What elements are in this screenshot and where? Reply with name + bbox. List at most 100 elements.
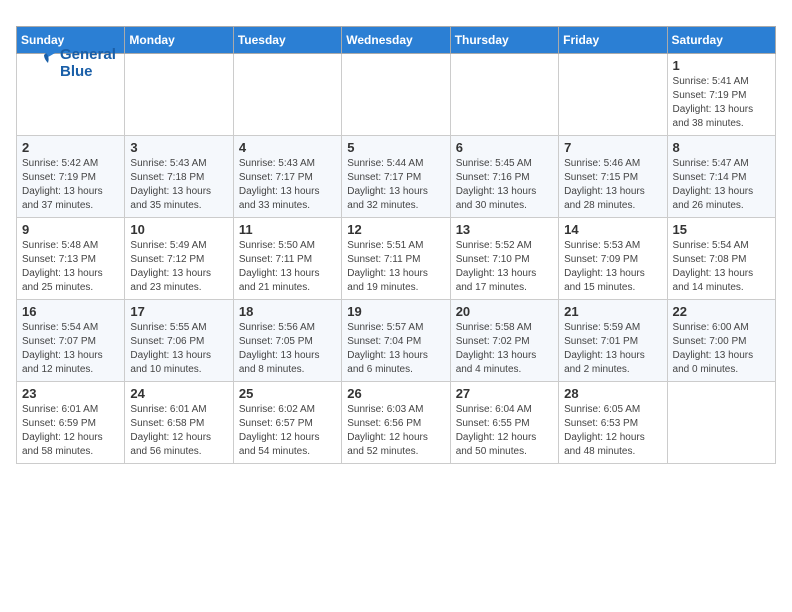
day-info: Sunrise: 5:55 AM Sunset: 7:06 PM Dayligh…: [130, 321, 227, 377]
day-info: Sunrise: 5:42 AM Sunset: 7:19 PM Dayligh…: [22, 157, 119, 213]
day-number: 19: [347, 304, 444, 319]
week-row-2: 2 Sunrise: 5:42 AM Sunset: 7:19 PM Daylig…: [17, 136, 776, 218]
logo-blue: Blue: [60, 63, 116, 80]
day-header-saturday: Saturday: [667, 27, 775, 54]
day-info: Sunrise: 5:52 AM Sunset: 7:10 PM Dayligh…: [456, 239, 553, 295]
day-header-thursday: Thursday: [450, 27, 558, 54]
calendar-cell: 3 Sunrise: 5:43 AM Sunset: 7:18 PM Daylig…: [125, 136, 233, 218]
calendar-cell: [559, 54, 667, 136]
week-row-3: 9Sunrise: 5:48 AM Sunset: 7:13 PM Daylig…: [17, 218, 776, 300]
calendar-cell: 24 Sunrise: 6:01 AM Sunset: 6:58 PM Dayli…: [125, 382, 233, 464]
calendar-cell: 18 Sunrise: 5:56 AM Sunset: 7:05 PM Dayli…: [233, 300, 341, 382]
calendar-cell: 27 Sunrise: 6:04 AM Sunset: 6:55 PM Dayli…: [450, 382, 558, 464]
calendar-cell: 20 Sunrise: 5:58 AM Sunset: 7:02 PM Dayli…: [450, 300, 558, 382]
calendar-cell: 23 Sunrise: 6:01 AM Sunset: 6:59 PM Dayli…: [17, 382, 125, 464]
day-number: 21: [564, 304, 661, 319]
calendar-cell: [667, 382, 775, 464]
calendar-cell: 6 Sunrise: 5:45 AM Sunset: 7:16 PM Daylig…: [450, 136, 558, 218]
calendar-cell: [233, 54, 341, 136]
day-info: Sunrise: 5:45 AM Sunset: 7:16 PM Dayligh…: [456, 157, 553, 213]
week-row-4: 16 Sunrise: 5:54 AM Sunset: 7:07 PM Dayli…: [17, 300, 776, 382]
week-row-5: 23 Sunrise: 6:01 AM Sunset: 6:59 PM Dayli…: [17, 382, 776, 464]
day-number: 16: [22, 304, 119, 319]
day-info: Sunrise: 5:43 AM Sunset: 7:18 PM Dayligh…: [130, 157, 227, 213]
day-number: 15: [673, 222, 770, 237]
header-row: SundayMondayTuesdayWednesdayThursdayFrid…: [17, 27, 776, 54]
day-number: 3: [130, 140, 227, 155]
calendar-cell: 10 Sunrise: 5:49 AM Sunset: 7:12 PM Dayli…: [125, 218, 233, 300]
calendar-cell: 17 Sunrise: 5:55 AM Sunset: 7:06 PM Dayli…: [125, 300, 233, 382]
calendar-cell: 26 Sunrise: 6:03 AM Sunset: 6:56 PM Dayli…: [342, 382, 450, 464]
day-info: Sunrise: 5:50 AM Sunset: 7:11 PM Dayligh…: [239, 239, 336, 295]
day-number: 18: [239, 304, 336, 319]
day-info: Sunrise: 5:48 AM Sunset: 7:13 PM Dayligh…: [22, 239, 119, 295]
day-number: 17: [130, 304, 227, 319]
day-info: Sunrise: 5:54 AM Sunset: 7:07 PM Dayligh…: [22, 321, 119, 377]
calendar-cell: 25 Sunrise: 6:02 AM Sunset: 6:57 PM Dayli…: [233, 382, 341, 464]
day-info: Sunrise: 5:41 AM Sunset: 7:19 PM Dayligh…: [673, 75, 770, 131]
calendar-cell: 13 Sunrise: 5:52 AM Sunset: 7:10 PM Dayli…: [450, 218, 558, 300]
calendar-cell: [342, 54, 450, 136]
day-info: Sunrise: 6:02 AM Sunset: 6:57 PM Dayligh…: [239, 403, 336, 459]
day-header-wednesday: Wednesday: [342, 27, 450, 54]
day-info: Sunrise: 6:00 AM Sunset: 7:00 PM Dayligh…: [673, 321, 770, 377]
day-number: 24: [130, 386, 227, 401]
day-info: Sunrise: 5:44 AM Sunset: 7:17 PM Dayligh…: [347, 157, 444, 213]
day-info: Sunrise: 5:46 AM Sunset: 7:15 PM Dayligh…: [564, 157, 661, 213]
calendar-cell: 22 Sunrise: 6:00 AM Sunset: 7:00 PM Dayli…: [667, 300, 775, 382]
day-number: 26: [347, 386, 444, 401]
day-info: Sunrise: 5:49 AM Sunset: 7:12 PM Dayligh…: [130, 239, 227, 295]
calendar-cell: 12 Sunrise: 5:51 AM Sunset: 7:11 PM Dayli…: [342, 218, 450, 300]
day-number: 8: [673, 140, 770, 155]
calendar-cell: 15 Sunrise: 5:54 AM Sunset: 7:08 PM Dayli…: [667, 218, 775, 300]
day-number: 11: [239, 222, 336, 237]
calendar-cell: 4 Sunrise: 5:43 AM Sunset: 7:17 PM Daylig…: [233, 136, 341, 218]
day-number: 5: [347, 140, 444, 155]
calendar-cell: 8 Sunrise: 5:47 AM Sunset: 7:14 PM Daylig…: [667, 136, 775, 218]
calendar-cell: 19 Sunrise: 5:57 AM Sunset: 7:04 PM Dayli…: [342, 300, 450, 382]
day-info: Sunrise: 5:47 AM Sunset: 7:14 PM Dayligh…: [673, 157, 770, 213]
calendar-cell: 7 Sunrise: 5:46 AM Sunset: 7:15 PM Daylig…: [559, 136, 667, 218]
day-number: 23: [22, 386, 119, 401]
day-info: Sunrise: 6:05 AM Sunset: 6:53 PM Dayligh…: [564, 403, 661, 459]
calendar-cell: [450, 54, 558, 136]
day-info: Sunrise: 5:43 AM Sunset: 7:17 PM Dayligh…: [239, 157, 336, 213]
day-info: Sunrise: 5:51 AM Sunset: 7:11 PM Dayligh…: [347, 239, 444, 295]
day-info: Sunrise: 5:54 AM Sunset: 7:08 PM Dayligh…: [673, 239, 770, 295]
logo-bird-icon: [36, 47, 58, 79]
day-header-monday: Monday: [125, 27, 233, 54]
day-info: Sunrise: 6:03 AM Sunset: 6:56 PM Dayligh…: [347, 403, 444, 459]
day-info: Sunrise: 5:58 AM Sunset: 7:02 PM Dayligh…: [456, 321, 553, 377]
day-number: 28: [564, 386, 661, 401]
day-number: 22: [673, 304, 770, 319]
day-info: Sunrise: 5:59 AM Sunset: 7:01 PM Dayligh…: [564, 321, 661, 377]
calendar-cell: 9Sunrise: 5:48 AM Sunset: 7:13 PM Daylig…: [17, 218, 125, 300]
day-number: 2: [22, 140, 119, 155]
day-header-tuesday: Tuesday: [233, 27, 341, 54]
day-info: Sunrise: 5:57 AM Sunset: 7:04 PM Dayligh…: [347, 321, 444, 377]
calendar-cell: 14Sunrise: 5:53 AM Sunset: 7:09 PM Dayli…: [559, 218, 667, 300]
day-number: 1: [673, 58, 770, 73]
calendar-table: SundayMondayTuesdayWednesdayThursdayFrid…: [16, 26, 776, 464]
day-number: 13: [456, 222, 553, 237]
day-number: 27: [456, 386, 553, 401]
day-info: Sunrise: 6:04 AM Sunset: 6:55 PM Dayligh…: [456, 403, 553, 459]
day-number: 12: [347, 222, 444, 237]
day-number: 25: [239, 386, 336, 401]
day-info: Sunrise: 5:56 AM Sunset: 7:05 PM Dayligh…: [239, 321, 336, 377]
day-number: 10: [130, 222, 227, 237]
day-number: 20: [456, 304, 553, 319]
calendar-cell: [125, 54, 233, 136]
day-number: 7: [564, 140, 661, 155]
day-info: Sunrise: 6:01 AM Sunset: 6:58 PM Dayligh…: [130, 403, 227, 459]
calendar-cell: 1 Sunrise: 5:41 AM Sunset: 7:19 PM Daylig…: [667, 54, 775, 136]
day-number: 6: [456, 140, 553, 155]
day-header-friday: Friday: [559, 27, 667, 54]
calendar-cell: 21 Sunrise: 5:59 AM Sunset: 7:01 PM Dayli…: [559, 300, 667, 382]
calendar-cell: 11 Sunrise: 5:50 AM Sunset: 7:11 PM Dayli…: [233, 218, 341, 300]
week-row-1: 1 Sunrise: 5:41 AM Sunset: 7:19 PM Daylig…: [17, 54, 776, 136]
day-number: 4: [239, 140, 336, 155]
logo-general: General: [60, 46, 116, 63]
calendar-cell: 2 Sunrise: 5:42 AM Sunset: 7:19 PM Daylig…: [17, 136, 125, 218]
day-info: Sunrise: 6:01 AM Sunset: 6:59 PM Dayligh…: [22, 403, 119, 459]
